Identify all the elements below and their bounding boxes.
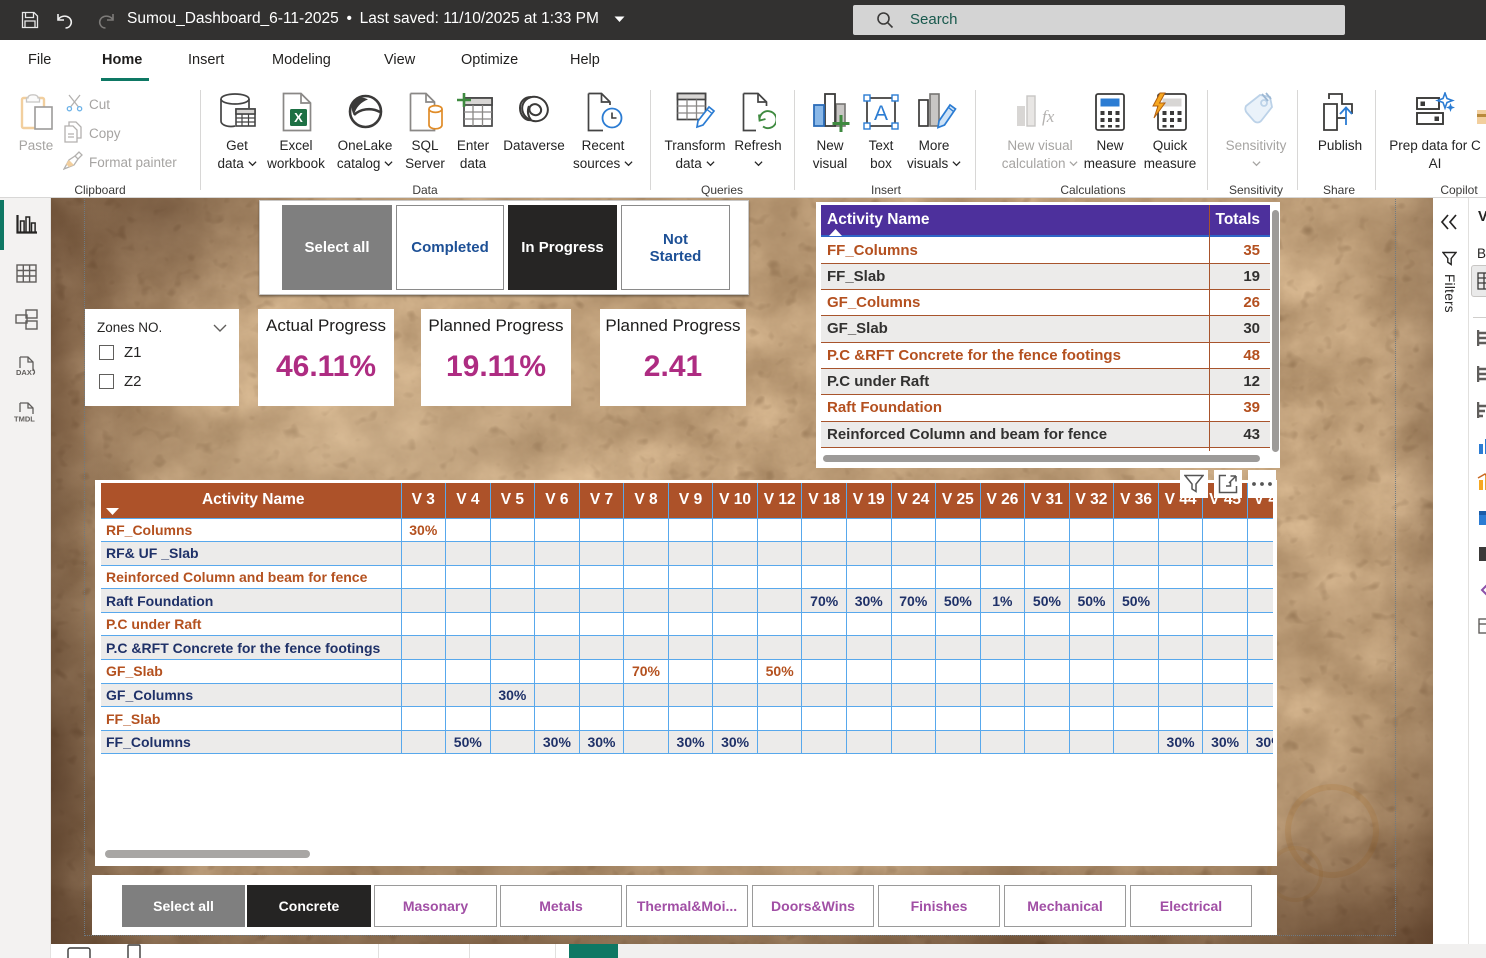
svg-text:X: X xyxy=(294,110,303,125)
svg-text:fx: fx xyxy=(1042,107,1055,126)
svg-text:A: A xyxy=(874,102,888,125)
svg-text:TMDL: TMDL xyxy=(14,415,35,424)
svg-text:DAX: DAX xyxy=(16,368,32,377)
